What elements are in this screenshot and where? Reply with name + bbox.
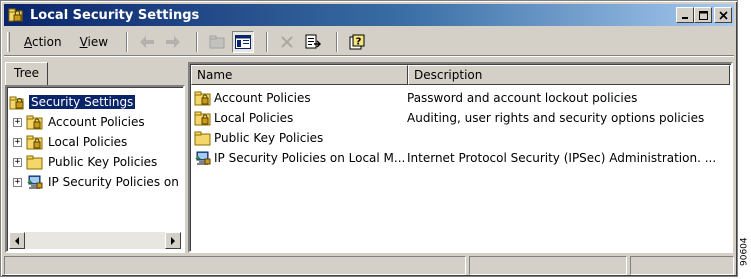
- tree-item-label: IP Security Policies on: [48, 175, 179, 189]
- list-item-account-policies[interactable]: Account Policies Password and account lo…: [194, 89, 637, 107]
- help-icon: ?: [349, 34, 365, 49]
- list-item-description: Auditing, user rights and security optio…: [407, 111, 705, 125]
- close-button[interactable]: [714, 7, 732, 23]
- list-header: Name Description: [191, 65, 730, 85]
- security-settings-icon: [8, 7, 24, 23]
- window-title: Local Security Settings: [30, 7, 200, 23]
- forward-arrow-icon: [166, 35, 181, 48]
- ip-security-icon: [27, 175, 43, 189]
- tree-item-label: Local Policies: [48, 135, 128, 149]
- list-item-name: Local Policies: [214, 111, 294, 125]
- policy-folder-icon: [194, 111, 211, 126]
- scroll-track[interactable]: [25, 232, 165, 249]
- arrow-right-icon: [171, 236, 175, 245]
- back-arrow-icon: [140, 35, 155, 48]
- policy-folder-icon: [194, 91, 211, 106]
- expand-icon[interactable]: +: [13, 117, 22, 127]
- tree-item-account-policies[interactable]: + Account Policies: [13, 113, 147, 131]
- tree-item-label: Public Key Policies: [48, 155, 158, 169]
- scroll-left-button[interactable]: [9, 232, 25, 249]
- list-item-name: Account Policies: [214, 91, 311, 105]
- up-one-level-button[interactable]: [206, 31, 228, 53]
- toolbar-separator: [266, 31, 269, 52]
- policy-folder-icon: [26, 135, 43, 150]
- export-list-icon: [305, 34, 322, 48]
- menu-view[interactable]: View: [76, 33, 112, 51]
- show-hide-tree-button[interactable]: [232, 30, 255, 53]
- tree-item-public-key-policies[interactable]: + Public Key Policies: [13, 153, 159, 171]
- delete-icon: [281, 35, 293, 48]
- minimize-button[interactable]: [676, 7, 694, 23]
- figure-code: 90604: [739, 237, 750, 267]
- list-item-description: Password and account lockout policies: [407, 91, 638, 105]
- list-item-description: Internet Protocol Security (IPSec) Admin…: [407, 151, 717, 165]
- toolbar-grip[interactable]: [7, 31, 10, 52]
- expand-icon[interactable]: +: [13, 177, 22, 187]
- expand-icon[interactable]: +: [13, 157, 22, 167]
- toolbar-separator: [336, 31, 339, 52]
- list-item-name: IP Security Policies on Local M...: [214, 151, 406, 165]
- menu-action[interactable]: Action: [20, 33, 66, 51]
- status-panel-right: [630, 256, 734, 275]
- up-folder-icon: [209, 35, 225, 48]
- scroll-right-button[interactable]: [165, 232, 181, 249]
- tree-item-label: Security Settings: [27, 94, 137, 110]
- tree-horizontal-scrollbar[interactable]: [9, 232, 181, 249]
- folder-icon: [194, 131, 211, 146]
- tree-item-ip-security-policies[interactable]: + IP Security Policies on: [13, 173, 181, 191]
- status-bar: [4, 256, 734, 275]
- window-controls: [676, 7, 732, 23]
- policy-folder-icon: [26, 115, 43, 130]
- list-item-local-policies[interactable]: Local Policies Auditing, user rights and…: [194, 109, 704, 127]
- back-button[interactable]: [136, 31, 158, 53]
- list-item-public-key-policies[interactable]: Public Key Policies: [194, 129, 407, 147]
- toolbar-separator: [196, 31, 199, 52]
- forward-button[interactable]: [162, 31, 184, 53]
- help-button[interactable]: ?: [346, 31, 368, 53]
- status-panel-middle: [469, 256, 627, 275]
- folder-icon: [26, 155, 43, 170]
- main-window: Local Security Settings Action View ? Tr…: [0, 0, 738, 277]
- title-bar[interactable]: Local Security Settings: [4, 4, 734, 26]
- status-panel-main: [4, 256, 466, 275]
- delete-button[interactable]: [276, 31, 298, 53]
- tree-pane: Security Settings + Account Policies + L…: [5, 85, 185, 253]
- details-list-pane: Name Description Account Policies Passwo…: [188, 62, 733, 253]
- security-settings-icon: [9, 96, 24, 110]
- tree-item-security-settings[interactable]: Security Settings: [9, 93, 137, 111]
- list-item-ip-security-policies[interactable]: IP Security Policies on Local M... Inter…: [194, 149, 716, 167]
- export-list-button[interactable]: [302, 31, 324, 53]
- toolbar-separator: [126, 31, 129, 52]
- column-header-name[interactable]: Name: [191, 65, 408, 85]
- toolbar: Action View ?: [4, 28, 734, 56]
- arrow-left-icon: [15, 236, 19, 245]
- show-hide-tree-icon: [235, 34, 252, 49]
- tree-item-label: Account Policies: [48, 115, 145, 129]
- ip-security-icon: [195, 151, 211, 165]
- svg-text:?: ?: [356, 36, 362, 47]
- column-header-description[interactable]: Description: [408, 65, 730, 85]
- tree-item-local-policies[interactable]: + Local Policies: [13, 133, 129, 151]
- tab-tree[interactable]: Tree: [5, 62, 48, 86]
- maximize-button[interactable]: [694, 7, 712, 23]
- expand-icon[interactable]: +: [13, 137, 22, 147]
- list-item-name: Public Key Policies: [214, 131, 324, 145]
